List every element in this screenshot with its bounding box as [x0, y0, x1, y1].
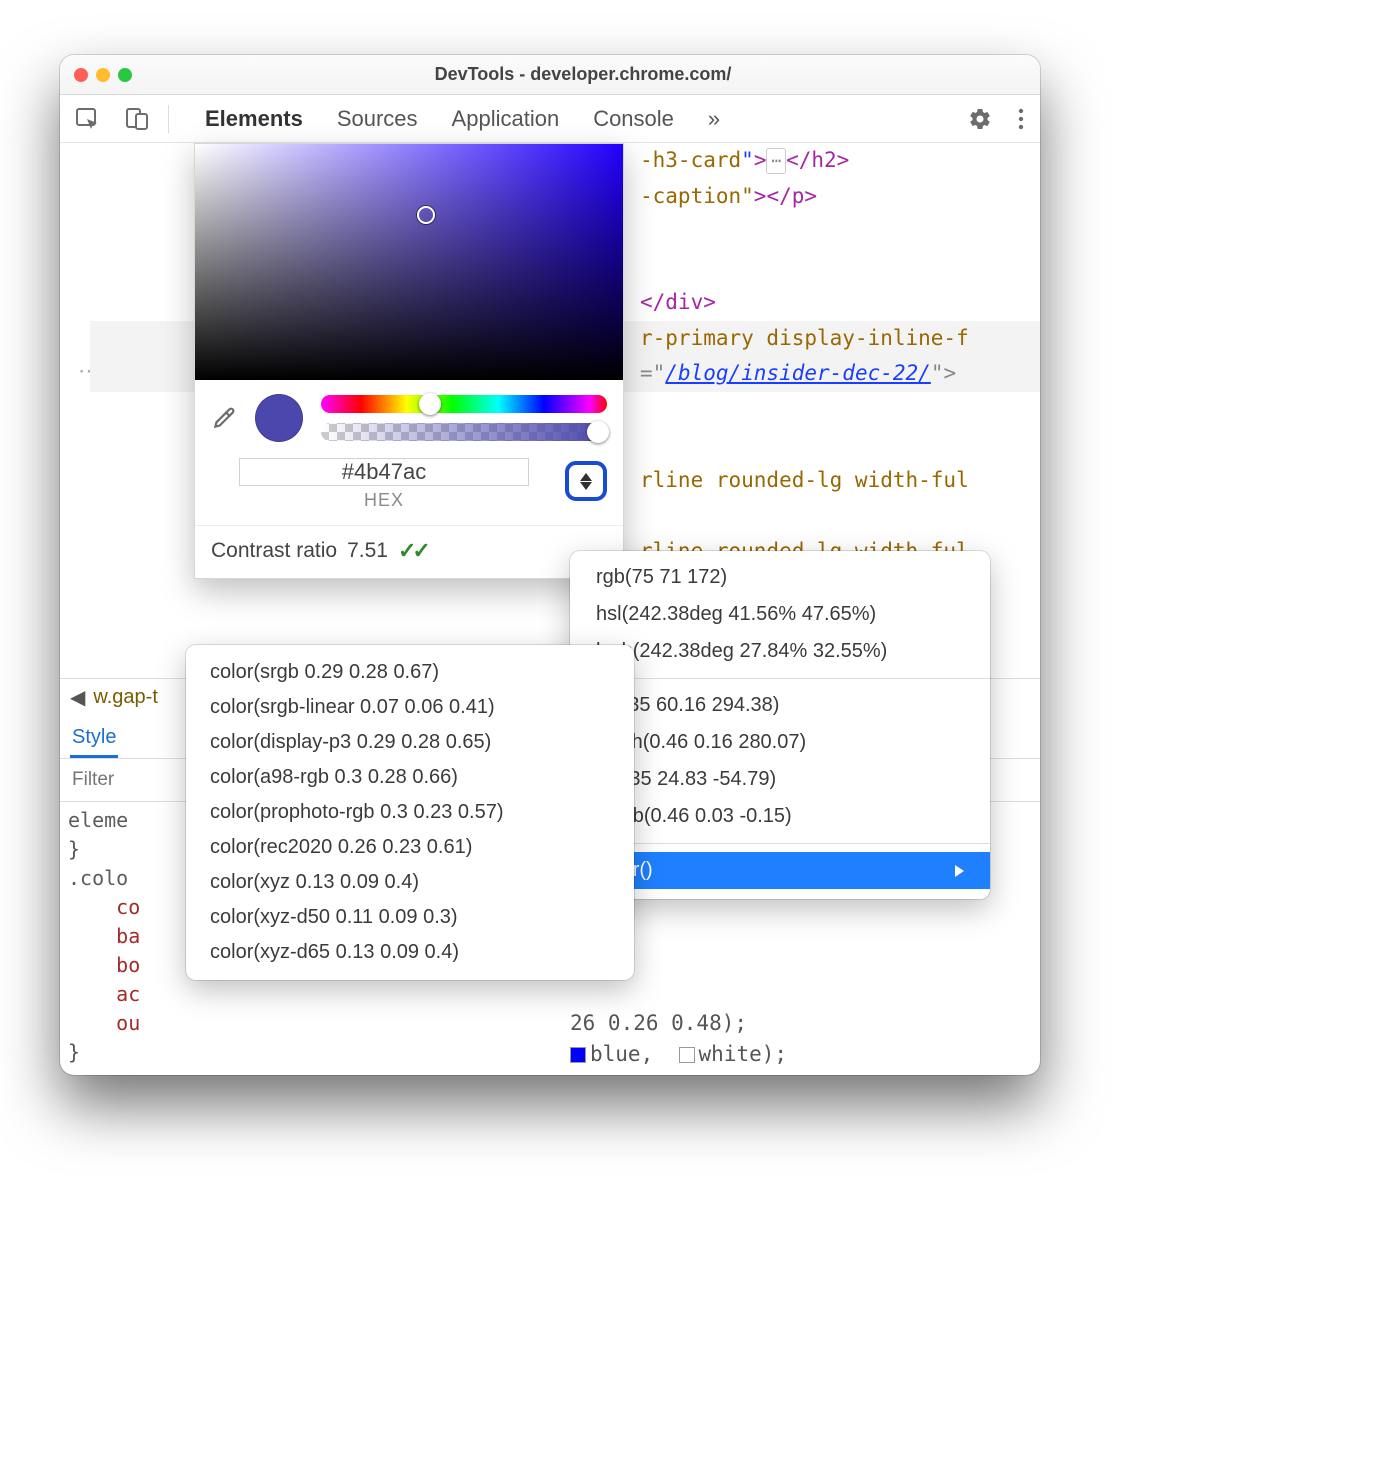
devtools-toolbar: Elements Sources Application Console » [60, 95, 1040, 143]
href-link[interactable]: /blog/insider-dec-22/ [665, 361, 931, 385]
tab-styles[interactable]: Style [70, 720, 118, 758]
double-check-icon: ✓✓ [398, 538, 427, 564]
menu-item[interactable]: rgb(75 71 172) [570, 559, 990, 596]
css-property: bo [116, 953, 140, 977]
color-swatch-icon[interactable] [679, 1047, 695, 1063]
tab-sources[interactable]: Sources [333, 100, 422, 138]
submenu-item[interactable]: color(xyz-d65 0.13 0.09 0.4) [186, 935, 634, 970]
css-property: co [116, 895, 140, 919]
menu-item[interactable]: hsl(242.38deg 41.56% 47.65%) [570, 596, 990, 633]
chevron-up-icon [580, 473, 592, 481]
submenu-item[interactable]: color(srgb 0.29 0.28 0.67) [186, 655, 634, 690]
tab-elements[interactable]: Elements [201, 100, 307, 138]
breadcrumb[interactable]: w.gap-t [93, 686, 157, 709]
submenu-item[interactable]: color(srgb-linear 0.07 0.06 0.41) [186, 690, 634, 725]
minimize-window-button[interactable] [96, 68, 110, 82]
hue-slider[interactable] [321, 395, 607, 413]
settings-icon[interactable] [968, 107, 992, 131]
tab-console[interactable]: Console [589, 100, 678, 138]
css-property: ba [116, 924, 140, 948]
submenu-item[interactable]: color(prophoto-rgb 0.3 0.23 0.57) [186, 795, 634, 830]
submenu-item[interactable]: color(display-p3 0.29 0.28 0.65) [186, 725, 634, 760]
contrast-label: Contrast ratio [211, 539, 337, 563]
toggle-device-icon[interactable] [126, 108, 148, 130]
hex-input[interactable] [239, 458, 529, 486]
submenu-item[interactable]: color(a98-rgb 0.3 0.28 0.66) [186, 760, 634, 795]
close-window-button[interactable] [74, 68, 88, 82]
chevron-right-icon [955, 865, 964, 877]
contrast-value: 7.51 [347, 539, 388, 563]
alpha-thumb[interactable] [587, 421, 609, 443]
zoom-window-button[interactable] [118, 68, 132, 82]
format-label: HEX [364, 490, 404, 511]
tabs-overflow[interactable]: » [704, 100, 724, 138]
hue-thumb[interactable] [419, 393, 441, 415]
alpha-slider[interactable] [321, 423, 607, 441]
submenu-item[interactable]: color(rec2020 0.26 0.23 0.61) [186, 830, 634, 865]
css-property: ac [116, 982, 140, 1006]
contrast-row[interactable]: Contrast ratio 7.51 ✓✓ [195, 525, 623, 578]
selector-text: .colo [68, 866, 128, 890]
chevron-down-icon [580, 482, 592, 490]
inspect-element-icon[interactable] [76, 108, 100, 130]
titlebar: DevTools - developer.chrome.com/ [60, 55, 1040, 95]
color-picker: HEX Contrast ratio 7.51 ✓✓ [194, 143, 624, 579]
eyedropper-icon[interactable] [211, 405, 237, 431]
submenu-item[interactable]: color(xyz 0.13 0.09 0.4) [186, 865, 634, 900]
format-switcher-button[interactable] [565, 461, 607, 501]
css-value: 26 0.26 0.48); [570, 1011, 747, 1035]
devtools-window: DevTools - developer.chrome.com/ Element… [60, 55, 1040, 1075]
selector-text: eleme [68, 808, 128, 832]
tab-application[interactable]: Application [448, 100, 564, 138]
kebab-menu-icon[interactable] [1018, 108, 1024, 130]
sv-cursor[interactable] [417, 206, 435, 224]
css-property: ou [116, 1011, 140, 1035]
submenu-item[interactable]: color(xyz-d50 0.11 0.09 0.3) [186, 900, 634, 935]
chevron-left-icon[interactable]: ◀ [70, 685, 85, 710]
saturation-value-field[interactable] [195, 144, 623, 380]
collapsed-node-icon[interactable]: ⋯ [766, 148, 786, 174]
color-swatch-icon[interactable] [570, 1047, 586, 1063]
window-title: DevTools - developer.chrome.com/ [140, 64, 1026, 85]
current-color-swatch[interactable] [255, 394, 303, 442]
color-space-submenu[interactable]: color(srgb 0.29 0.28 0.67) color(srgb-li… [186, 645, 634, 980]
